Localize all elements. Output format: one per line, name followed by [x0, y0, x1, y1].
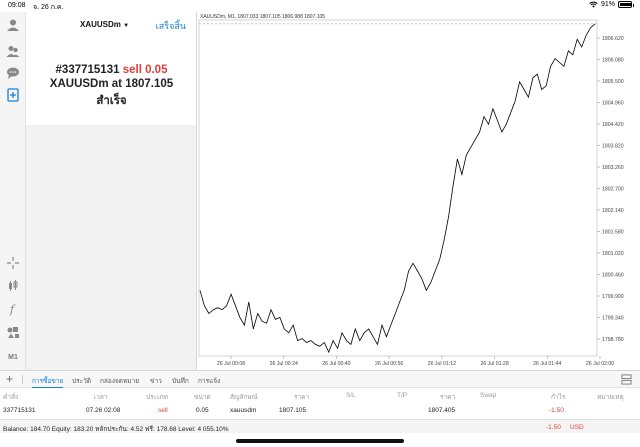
x-tick-label: 26 Jul 02:00	[586, 361, 614, 367]
y-tick-label: 1803.260	[602, 165, 624, 171]
x-tick-label: 26 Jul 00:08	[217, 361, 245, 367]
col-type: ประเภท	[146, 394, 168, 401]
svg-text:f: f	[9, 303, 16, 316]
crosshair-icon[interactable]	[4, 254, 22, 272]
col-tp: T/P	[397, 392, 408, 399]
table-row[interactable]: 337715131 07.26 02:08 sell 0.05 xauusdm …	[0, 405, 640, 417]
y-tick-label: 1803.820	[602, 144, 624, 150]
x-tick-label: 26 Jul 01:44	[533, 361, 561, 367]
order-result-line1: #337715131 sell 0.05	[26, 64, 197, 76]
y-tick-label: 1804.960	[602, 101, 624, 107]
order-symbol-at: XAUUSDm at	[49, 78, 123, 90]
col-current-price: ราคา	[440, 394, 456, 401]
status-time: 09:08	[8, 2, 26, 9]
x-tick-label: 26 Jul 00:56	[375, 361, 403, 367]
tab-divider	[22, 375, 23, 384]
order-number: #337715131	[55, 64, 120, 76]
timeframe-button[interactable]: M1	[4, 348, 22, 366]
wifi-icon	[589, 1, 598, 8]
col-size: ขนาด	[194, 394, 211, 401]
order-status: สำเร็จ	[96, 95, 127, 107]
objects-icon[interactable]	[4, 323, 22, 341]
cell-symbol: xauusdm	[230, 407, 257, 414]
indicators-icon[interactable]	[4, 277, 22, 295]
cell-time: 07.26 02:08	[86, 407, 121, 414]
tab-trade[interactable]: การซื้อขาย	[32, 376, 64, 388]
layout-icon[interactable]	[621, 374, 632, 385]
y-tick-label: 1799.900	[602, 294, 624, 300]
function-icon[interactable]: f	[4, 300, 22, 318]
chat-icon[interactable]	[4, 64, 22, 82]
battery-percent: 91%	[600, 1, 615, 8]
battery-fill	[620, 3, 631, 6]
y-tick-label: 1806.080	[602, 58, 624, 64]
tab-journal[interactable]: บันทึก	[172, 376, 189, 386]
x-tick-label: 26 Jul 00:24	[270, 361, 298, 367]
cell-size: 0.05	[196, 407, 209, 414]
x-tick-label: 26 Jul 01:28	[480, 361, 508, 367]
y-tick-label: 1802.700	[602, 187, 624, 193]
y-tick-label: 1799.340	[602, 316, 624, 322]
tab-alerts[interactable]: การแจ้ง	[198, 376, 220, 386]
status-bar: 09:08 จ. 26 ก.ค. 91%	[0, 0, 640, 12]
col-sl: S/L	[346, 392, 356, 399]
tab-news[interactable]: ข่าว	[150, 376, 162, 386]
tab-mailbox[interactable]: กล่องจดหมาย	[100, 376, 139, 386]
panel-background	[26, 125, 197, 370]
price-series-line	[199, 23, 596, 354]
status-right: 91%	[589, 1, 634, 8]
x-tick-label: 26 Jul 01:12	[428, 361, 456, 367]
symbol-selector[interactable]: XAUUSDm ▼	[80, 20, 129, 29]
y-tick-label: 1805.500	[602, 79, 624, 85]
user-icon[interactable]	[4, 16, 22, 34]
add-icon[interactable]: +	[6, 372, 13, 386]
battery-icon	[618, 1, 634, 8]
order-result-line2: XAUUSDm at 1807.105	[26, 78, 197, 90]
col-comment: หมายเหตุ	[597, 394, 624, 401]
balance-summary: Balance: 184.70 Equity: 183.20 หลักประกั…	[3, 426, 229, 433]
trades-table-header: คำสั่ง เวลา ประเภท ขนาด สัญลักษณ์ ราคา S…	[0, 390, 640, 402]
total-profit: -1.50	[546, 424, 561, 431]
x-tick-label: 26 Jul 00:40	[322, 361, 350, 367]
home-indicator	[236, 439, 404, 443]
order-panel: XAUUSDm ▼ เสร็จสิ้น #337715131 sell 0.05…	[26, 12, 197, 125]
y-tick-label: 1801.020	[602, 251, 624, 257]
col-profit: กำไร	[551, 394, 566, 401]
users-icon[interactable]	[4, 42, 22, 60]
col-price: ราคา	[294, 394, 310, 401]
done-button[interactable]: เสร็จสิ้น	[156, 19, 186, 33]
col-time: เวลา	[94, 394, 108, 401]
cell-profit: -1.50	[549, 407, 564, 414]
tab-history[interactable]: ประวัติ	[72, 376, 91, 386]
order-price: 1807.105	[125, 78, 174, 90]
y-tick-label: 1800.460	[602, 273, 624, 279]
y-tick-label: 1802.140	[602, 208, 624, 214]
col-order: คำสั่ง	[3, 394, 19, 401]
symbol-label: XAUUSDm	[80, 20, 121, 29]
terminal-tabs: + การซื้อขาย ประวัติ กล่องจดหมาย ข่าว บั…	[0, 370, 640, 388]
cell-price: 1807.105	[279, 407, 307, 414]
cell-type: sell	[158, 407, 168, 414]
y-tick-label: 1804.420	[602, 122, 624, 128]
chart-svg: 1806.620 1806.080 1805.500 1804.960 1804.420…	[198, 19, 624, 367]
chevron-down-icon: ▼	[123, 23, 130, 29]
new-order-icon[interactable]	[4, 86, 22, 104]
left-toolbar: f M1	[0, 12, 26, 370]
cell-current-price: 1807.405	[428, 407, 456, 414]
col-swap: Swap	[480, 392, 497, 399]
price-chart[interactable]: 1806.620 1806.080 1805.500 1804.960 1804.420…	[197, 12, 640, 370]
order-action: sell 0.05	[122, 64, 168, 76]
profit-currency: USD	[570, 424, 584, 431]
y-tick-label: 1806.620	[602, 36, 624, 42]
balance-row: Balance: 184.70 Equity: 183.20 หลักประกั…	[0, 419, 640, 433]
col-symbol: สัญลักษณ์	[230, 394, 258, 401]
y-tick-label: 1798.780	[602, 337, 624, 343]
cell-order: 337715131	[3, 407, 36, 414]
screen: 09:08 จ. 26 ก.ค. 91% f M1 XAUUSDm ▼ เสร็…	[0, 0, 640, 447]
y-tick-label: 1801.580	[602, 230, 624, 236]
chart-header: XAUUSDm, M1, 1807.033 1807.105 1806.988 …	[200, 14, 326, 20]
